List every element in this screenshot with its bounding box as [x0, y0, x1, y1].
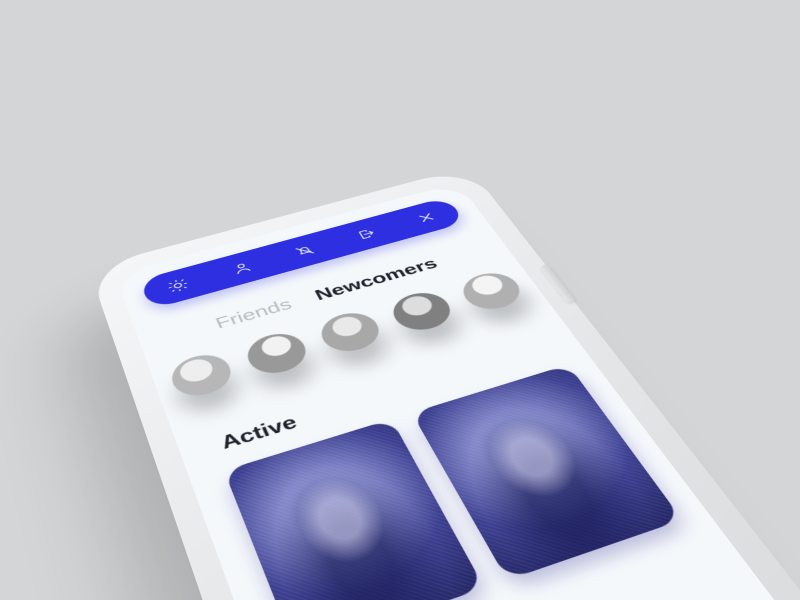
- person-icon[interactable]: [229, 260, 255, 277]
- avatar[interactable]: [241, 328, 313, 379]
- close-icon[interactable]: [414, 210, 440, 226]
- avatar[interactable]: [166, 349, 237, 402]
- brightness-icon[interactable]: [165, 277, 190, 295]
- avatar[interactable]: [455, 268, 529, 315]
- active-card[interactable]: [224, 419, 485, 600]
- active-card[interactable]: [412, 365, 683, 581]
- active-cards: [224, 365, 682, 600]
- avatar[interactable]: [314, 307, 387, 357]
- notifications-off-icon[interactable]: [292, 243, 318, 260]
- logout-icon[interactable]: [353, 226, 379, 242]
- phone-mockup: Friends Newcomers Active: [97, 171, 800, 600]
- avatar[interactable]: [385, 287, 458, 335]
- app-screen: Friends Newcomers Active: [115, 182, 800, 600]
- tab-friends[interactable]: Friends: [213, 295, 295, 332]
- section-active-title: Active: [218, 411, 301, 454]
